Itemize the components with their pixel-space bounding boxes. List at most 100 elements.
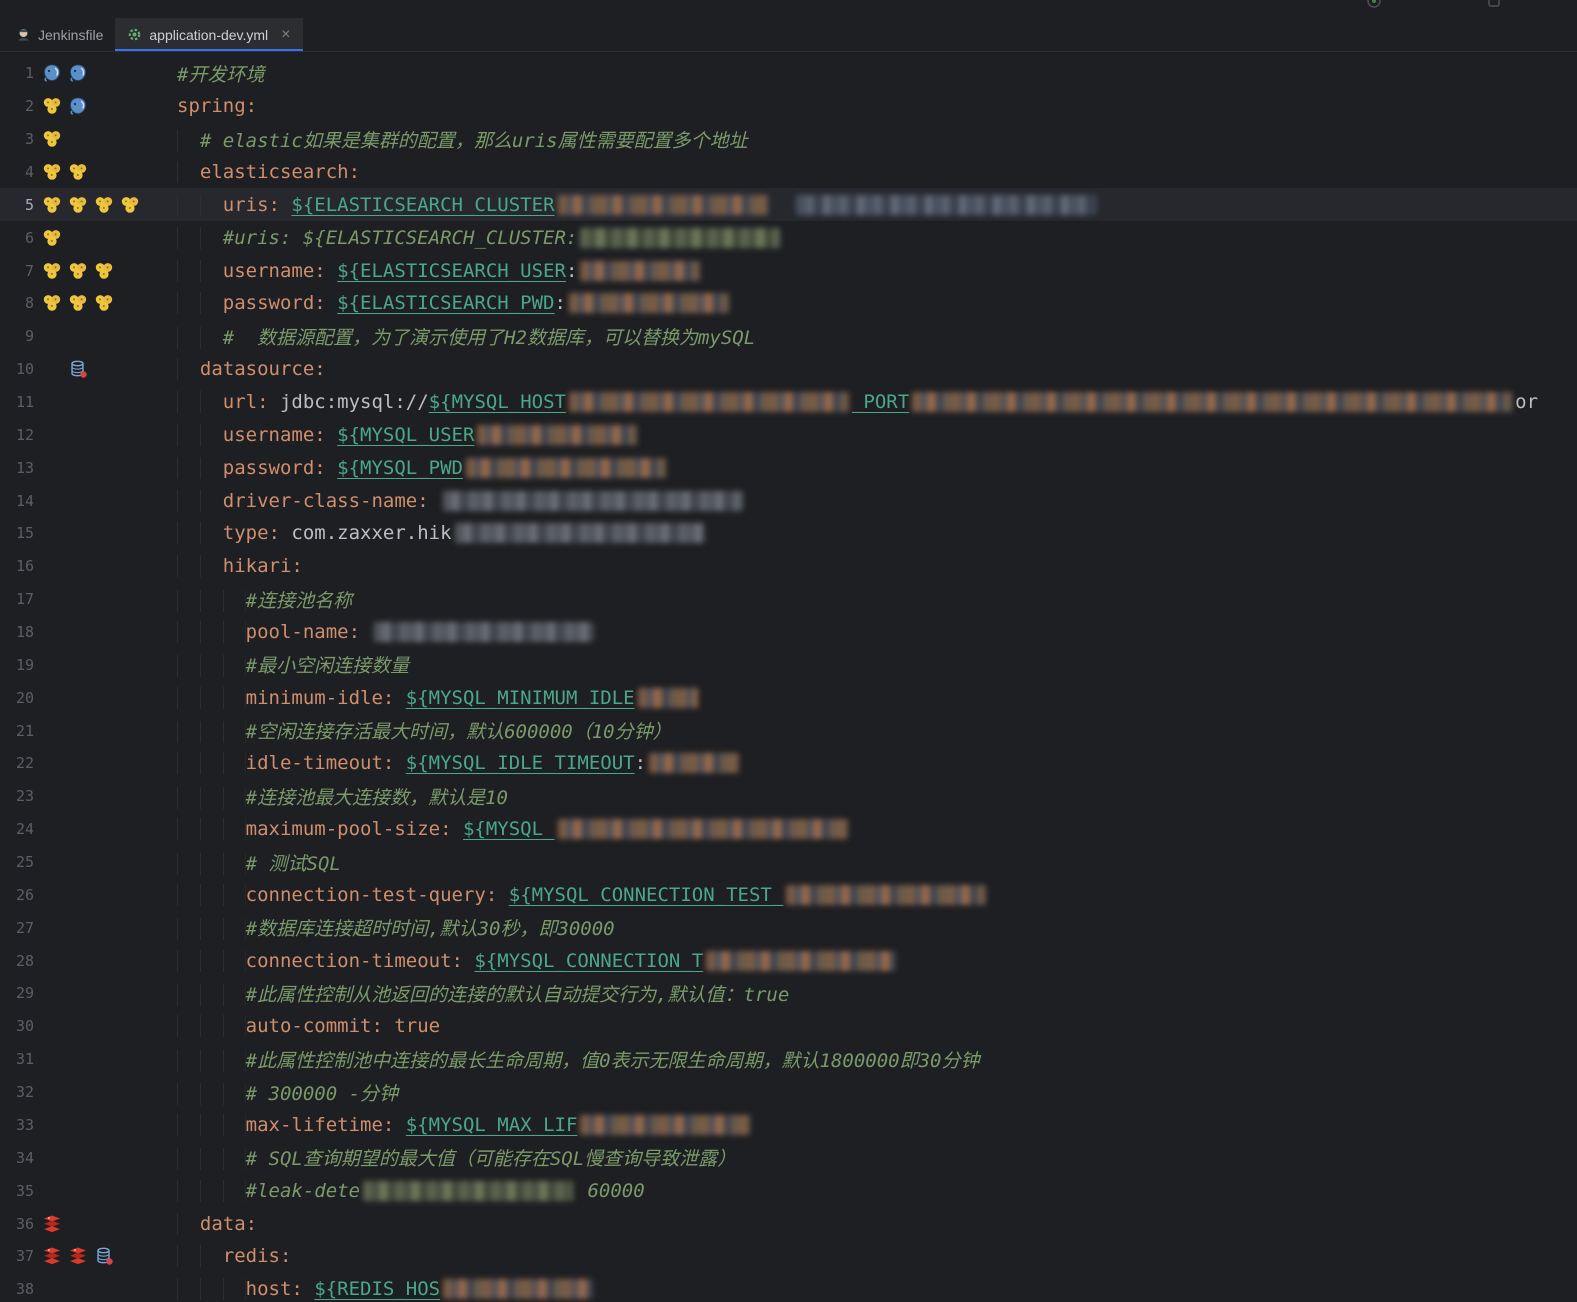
code-line-21[interactable]: 21 #空闲连接存活最大时间，默认600000（10分钟） <box>0 714 1577 747</box>
line-number[interactable]: 1 <box>0 64 36 82</box>
code-line-4[interactable]: 4 elasticsearch: <box>0 156 1577 189</box>
line-number[interactable]: 35 <box>0 1182 36 1200</box>
line-number[interactable]: 12 <box>0 426 36 444</box>
service-cluster-icon[interactable] <box>120 195 140 215</box>
line-number[interactable]: 15 <box>0 524 36 542</box>
code-line-22[interactable]: 22 idle-timeout: ${MYSQL_IDLE_TIMEOUT: <box>0 747 1577 780</box>
code-line-8[interactable]: 8 password: ${ELASTICSEARCH_PWD: <box>0 287 1577 320</box>
code-line-12[interactable]: 12 username: ${MYSQL_USER <box>0 418 1577 451</box>
service-cluster-icon[interactable] <box>68 195 88 215</box>
line-number[interactable]: 36 <box>0 1215 36 1233</box>
service-cluster-icon[interactable] <box>42 228 62 248</box>
postgres-icon[interactable] <box>42 63 62 83</box>
line-number[interactable]: 30 <box>0 1017 36 1035</box>
code-line-36[interactable]: 36 data: <box>0 1207 1577 1240</box>
close-icon[interactable]: × <box>281 26 290 43</box>
tab-jenkinsfile[interactable]: Jenkinsfile <box>4 18 115 51</box>
service-cluster-icon[interactable] <box>94 293 114 313</box>
tab-application-dev-yml[interactable]: application-dev.yml × <box>115 18 303 51</box>
line-number[interactable]: 38 <box>0 1280 36 1298</box>
service-cluster-icon[interactable] <box>68 261 88 281</box>
code-line-6[interactable]: 6 #uris: ${ELASTICSEARCH_CLUSTER: <box>0 221 1577 254</box>
code-line-7[interactable]: 7 username: ${ELASTICSEARCH_USER: <box>0 254 1577 287</box>
line-number[interactable]: 23 <box>0 787 36 805</box>
line-number[interactable]: 25 <box>0 853 36 871</box>
code-line-18[interactable]: 18 pool-name: <box>0 616 1577 649</box>
line-number[interactable]: 2 <box>0 97 36 115</box>
line-number[interactable]: 8 <box>0 294 36 312</box>
database-icon[interactable] <box>94 1246 114 1266</box>
redis-icon[interactable] <box>68 1246 88 1266</box>
service-cluster-icon[interactable] <box>94 195 114 215</box>
line-number[interactable]: 22 <box>0 754 36 772</box>
code-line-15[interactable]: 15 type: com.zaxxer.hik <box>0 517 1577 550</box>
code-line-19[interactable]: 19 #最小空闲连接数量 <box>0 648 1577 681</box>
line-number[interactable]: 18 <box>0 623 36 641</box>
line-number[interactable]: 37 <box>0 1247 36 1265</box>
code-line-24[interactable]: 24 maximum-pool-size: ${MYSQL_ <box>0 813 1577 846</box>
redis-icon[interactable] <box>42 1214 62 1234</box>
code-line-32[interactable]: 32 # 300000 -分钟 <box>0 1076 1577 1109</box>
service-cluster-icon[interactable] <box>68 162 88 182</box>
postgres-icon[interactable] <box>68 96 88 116</box>
code-line-13[interactable]: 13 password: ${MYSQL_PWD <box>0 451 1577 484</box>
line-number[interactable]: 29 <box>0 984 36 1002</box>
line-number[interactable]: 13 <box>0 459 36 477</box>
line-number[interactable]: 32 <box>0 1083 36 1101</box>
line-number[interactable]: 17 <box>0 590 36 608</box>
service-cluster-icon[interactable] <box>42 195 62 215</box>
line-number[interactable]: 24 <box>0 820 36 838</box>
code-line-1[interactable]: 1 #开发环境 <box>0 57 1577 90</box>
code-line-33[interactable]: 33 max-lifetime: ${MYSQL_MAX_LIF <box>0 1109 1577 1142</box>
line-number[interactable]: 4 <box>0 163 36 181</box>
code-line-31[interactable]: 31 #此属性控制池中连接的最长生命周期，值0表示无限生命周期，默认180000… <box>0 1043 1577 1076</box>
code-line-11[interactable]: 11 url: jdbc:mysql://${MYSQL_HOST _PORT or <box>0 386 1577 419</box>
code-line-29[interactable]: 29 #此属性控制从池返回的连接的默认自动提交行为,默认值：true <box>0 977 1577 1010</box>
code-line-27[interactable]: 27 #数据库连接超时时间,默认30秒，即30000 <box>0 911 1577 944</box>
code-line-3[interactable]: 3 # elastic如果是集群的配置，那么uris属性需要配置多个地址 <box>0 123 1577 156</box>
code-line-28[interactable]: 28 connection-timeout: ${MYSQL_CONNECTIO… <box>0 944 1577 977</box>
line-number[interactable]: 10 <box>0 360 36 378</box>
panel-square-icon[interactable] <box>1486 0 1502 13</box>
line-number[interactable]: 33 <box>0 1116 36 1134</box>
line-number[interactable]: 7 <box>0 262 36 280</box>
code-line-30[interactable]: 30 auto-commit: true <box>0 1010 1577 1043</box>
line-number[interactable]: 14 <box>0 492 36 510</box>
line-number[interactable]: 11 <box>0 393 36 411</box>
editor[interactable]: 1 #开发环境 2 spring: 3 # elastic如果是集群的配置，那么uris… <box>0 52 1577 1302</box>
code-line-25[interactable]: 25 # 测试SQL <box>0 846 1577 879</box>
line-number[interactable]: 26 <box>0 886 36 904</box>
service-cluster-icon[interactable] <box>94 261 114 281</box>
code-line-34[interactable]: 34 # SQL查询期望的最大值（可能存在SQL慢查询导致泄露） <box>0 1141 1577 1174</box>
service-cluster-icon[interactable] <box>42 162 62 182</box>
code-line-20[interactable]: 20 minimum-idle: ${MYSQL_MINIMUM_IDLE <box>0 681 1577 714</box>
database-icon[interactable] <box>68 359 88 379</box>
service-cluster-icon[interactable] <box>42 293 62 313</box>
line-number[interactable]: 31 <box>0 1050 36 1068</box>
postgres-icon[interactable] <box>68 63 88 83</box>
line-number[interactable]: 5 <box>0 196 36 214</box>
code-line-16[interactable]: 16 hikari: <box>0 550 1577 583</box>
service-cluster-icon[interactable] <box>42 261 62 281</box>
redis-icon[interactable] <box>42 1246 62 1266</box>
code-line-38[interactable]: 38 host: ${REDIS_HOS <box>0 1273 1577 1302</box>
code-line-17[interactable]: 17 #连接池名称 <box>0 583 1577 616</box>
line-number[interactable]: 6 <box>0 229 36 247</box>
service-cluster-icon[interactable] <box>42 129 62 149</box>
line-number[interactable]: 27 <box>0 919 36 937</box>
service-cluster-icon[interactable] <box>68 293 88 313</box>
code-line-26[interactable]: 26 connection-test-query: ${MYSQL_CONNEC… <box>0 878 1577 911</box>
code-line-35[interactable]: 35 #leak-dete 60000 <box>0 1174 1577 1207</box>
line-number[interactable]: 9 <box>0 327 36 345</box>
line-number[interactable]: 34 <box>0 1149 36 1167</box>
line-number[interactable]: 19 <box>0 656 36 674</box>
service-cluster-icon[interactable] <box>42 96 62 116</box>
status-circle-icon[interactable] <box>1366 0 1382 13</box>
line-number[interactable]: 21 <box>0 722 36 740</box>
code-line-9[interactable]: 9 # 数据源配置，为了演示使用了H2数据库，可以替换为mySQL <box>0 320 1577 353</box>
code-line-2[interactable]: 2 spring: <box>0 90 1577 123</box>
code-line-37[interactable]: 37 redis: <box>0 1240 1577 1273</box>
line-number[interactable]: 3 <box>0 130 36 148</box>
code-line-14[interactable]: 14 driver-class-name: <box>0 484 1577 517</box>
code-line-23[interactable]: 23 #连接池最大连接数，默认是10 <box>0 780 1577 813</box>
